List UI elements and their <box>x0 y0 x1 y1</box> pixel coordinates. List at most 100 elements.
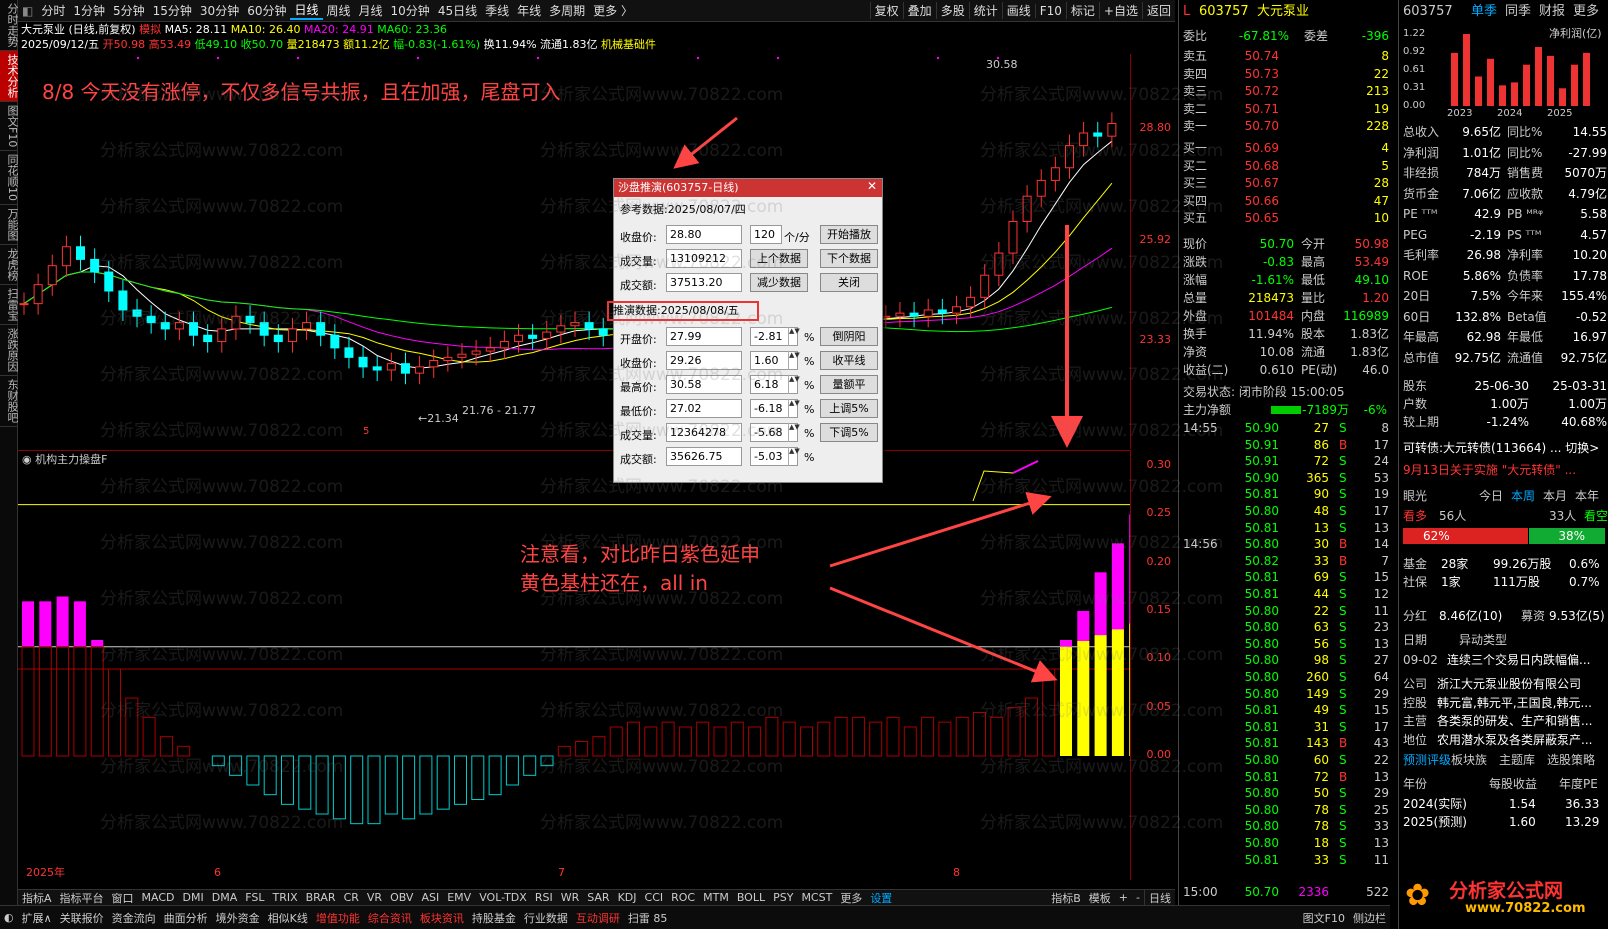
ext-tab-3[interactable]: 曲面分析 <box>160 910 212 926</box>
ext-tab-2[interactable]: 资金流向 <box>108 910 160 926</box>
sim-value-0[interactable]: 27.99 <box>666 327 742 346</box>
indicator-tab-1[interactable]: 指标平台 <box>56 890 108 906</box>
indicator-tab-10[interactable]: VR <box>363 891 386 904</box>
spinner-icon[interactable]: ▲▼ <box>788 375 800 394</box>
sim-button-2[interactable]: 量额平 <box>820 375 878 394</box>
notice-link[interactable]: 9月13日关于实施 "大元转债" ... <box>1399 462 1608 478</box>
spinner-icon[interactable]: ▲▼ <box>788 327 800 346</box>
toggle-icon[interactable]: ◐ <box>0 911 18 924</box>
indicator-tab-2[interactable]: 窗口 <box>108 890 138 906</box>
spinner-icon[interactable]: ▲▼ <box>788 399 800 418</box>
f10-link-0[interactable]: 预测评级 <box>1403 752 1451 768</box>
indicator-tab-26[interactable]: 设置 <box>866 890 896 906</box>
play-button[interactable]: 开始播放 <box>820 225 878 244</box>
ext-tab-4[interactable]: 境外资金 <box>212 910 264 926</box>
ext-right-1[interactable]: 侧边栏 <box>1349 910 1390 926</box>
eye-tab-2[interactable]: 本月 <box>1543 488 1567 504</box>
ext-tab-7[interactable]: 综合资讯 <box>364 910 416 926</box>
ext-tab-10[interactable]: 行业数据 <box>520 910 572 926</box>
close-button[interactable]: 关闭 <box>820 273 878 292</box>
indicator-tab-21[interactable]: MTM <box>699 891 733 904</box>
company-l: 地位 <box>1403 732 1428 747</box>
fin-v2: 5070万 <box>1564 166 1607 180</box>
eye-tab-1[interactable]: 本周 <box>1511 488 1535 504</box>
spinner-icon[interactable]: ▲▼ <box>788 423 800 442</box>
indicator-tab-20[interactable]: ROC <box>667 891 699 904</box>
indicator-tab-15[interactable]: RSI <box>531 891 557 904</box>
f10-tab-0[interactable]: 单季 <box>1471 4 1497 20</box>
indicator-tab-17[interactable]: SAR <box>583 891 613 904</box>
indicator-tab-25[interactable]: 更多 <box>836 890 866 906</box>
f10-link-1[interactable]: 板块族 <box>1451 752 1487 768</box>
fin-v2: 4.57 <box>1580 227 1607 242</box>
convertible-link[interactable]: 可转债:大元转债(113664) ... 切换> <box>1399 440 1608 456</box>
indicator-tab-11[interactable]: OBV <box>386 891 417 904</box>
eye-tab-3[interactable]: 本年 <box>1575 488 1599 504</box>
indicator-right-3[interactable]: - <box>1132 891 1144 904</box>
tick-vol: 13 <box>1313 520 1329 535</box>
indicator-tab-18[interactable]: KDJ <box>614 891 641 904</box>
ext-tab-1[interactable]: 关联报价 <box>56 910 108 926</box>
sim-button-0[interactable]: 倒阴阳 <box>820 327 878 346</box>
indicator-tab-19[interactable]: CCI <box>641 891 668 904</box>
indicator-tab-6[interactable]: FSL <box>241 891 268 904</box>
ext-tab-11[interactable]: 互动调研 <box>572 910 624 926</box>
indicator-tab-9[interactable]: CR <box>340 891 363 904</box>
sim-value-1[interactable]: 29.26 <box>666 351 742 370</box>
fin-l1: 毛利率 <box>1403 248 1440 262</box>
sim-value-5[interactable]: 35626.75 <box>666 447 742 466</box>
ext-right-0[interactable]: 图文F10 <box>1299 910 1349 926</box>
indicator-right-1[interactable]: 模板 <box>1085 890 1115 906</box>
reduce-data-button[interactable]: 减少数据 <box>750 273 808 292</box>
sim-button-3[interactable]: 上调5% <box>820 399 878 418</box>
f10-tab-3[interactable]: 更多 <box>1573 4 1599 20</box>
ext-tab-12[interactable]: 扫雷 85 <box>624 910 672 926</box>
indicator-tab-3[interactable]: MACD <box>138 891 179 904</box>
ref-vol-input[interactable]: 13109212 <box>666 249 742 268</box>
sim-label-3: 最低价: <box>620 405 657 418</box>
close-icon[interactable]: ✕ <box>867 179 877 193</box>
f10-tab-2[interactable]: 财报 <box>1539 4 1565 20</box>
indicator-tab-0[interactable]: 指标A <box>18 890 56 906</box>
indicator-tab-14[interactable]: VOL-TDX <box>475 891 531 904</box>
tick-price: 50.81 <box>1244 769 1279 784</box>
speed-input[interactable]: 120 <box>750 225 782 244</box>
tick-price: 50.91 <box>1244 454 1279 469</box>
eye-tab-0[interactable]: 今日 <box>1479 488 1503 504</box>
sim-button-4[interactable]: 下调5% <box>820 423 878 442</box>
indicator-tab-23[interactable]: PSY <box>769 891 797 904</box>
indicator-tab-22[interactable]: BOLL <box>733 891 769 904</box>
fund-cell: 28家 <box>1441 557 1469 571</box>
ref-close-input[interactable]: 28.80 <box>666 225 742 244</box>
dividend-row: 分红 8.46亿(10) 募资 9.53亿(5) <box>1399 608 1608 624</box>
indicator-tab-12[interactable]: ASI <box>417 891 443 904</box>
spinner-icon[interactable]: ▲▼ <box>788 351 800 370</box>
f10-link-3[interactable]: 选股策略 <box>1547 752 1595 768</box>
ext-tab-9[interactable]: 持股基金 <box>468 910 520 926</box>
ext-tab-0[interactable]: 扩展∧ <box>18 910 56 926</box>
indicator-tab-4[interactable]: DMI <box>179 891 208 904</box>
indicator-right-2[interactable]: + <box>1115 891 1132 904</box>
indicator-tab-5[interactable]: DMA <box>208 891 242 904</box>
sim-value-3[interactable]: 27.02 <box>666 399 742 418</box>
prev-data-button[interactable]: 上个数据 <box>750 249 808 268</box>
sim-value-2[interactable]: 30.58 <box>666 375 742 394</box>
indicator-tab-8[interactable]: BRAR <box>302 891 340 904</box>
indicator-right-0[interactable]: 指标B <box>1047 890 1085 906</box>
f10-tab-1[interactable]: 同季 <box>1505 4 1531 20</box>
ext-tab-8[interactable]: 板块资讯 <box>416 910 468 926</box>
tick-side: S <box>1339 570 1347 585</box>
next-data-button[interactable]: 下个数据 <box>820 249 878 268</box>
indicator-tab-16[interactable]: WR <box>557 891 584 904</box>
buy-0: 买一 50.69 4 <box>1179 140 1395 156</box>
indicator-tab-13[interactable]: EMV <box>443 891 475 904</box>
ext-tab-6[interactable]: 增值功能 <box>312 910 364 926</box>
ext-tab-5[interactable]: 相似K线 <box>264 910 312 926</box>
spinner-icon[interactable]: ▲▼ <box>788 447 800 466</box>
indicator-tab-24[interactable]: MCST <box>797 891 836 904</box>
ref-amt-input[interactable]: 37513.20 <box>666 273 742 292</box>
f10-link-2[interactable]: 主题库 <box>1499 752 1535 768</box>
sim-button-1[interactable]: 收平线 <box>820 351 878 370</box>
sim-value-4[interactable]: 12364278 <box>666 423 742 442</box>
indicator-tab-7[interactable]: TRIX <box>268 891 301 904</box>
